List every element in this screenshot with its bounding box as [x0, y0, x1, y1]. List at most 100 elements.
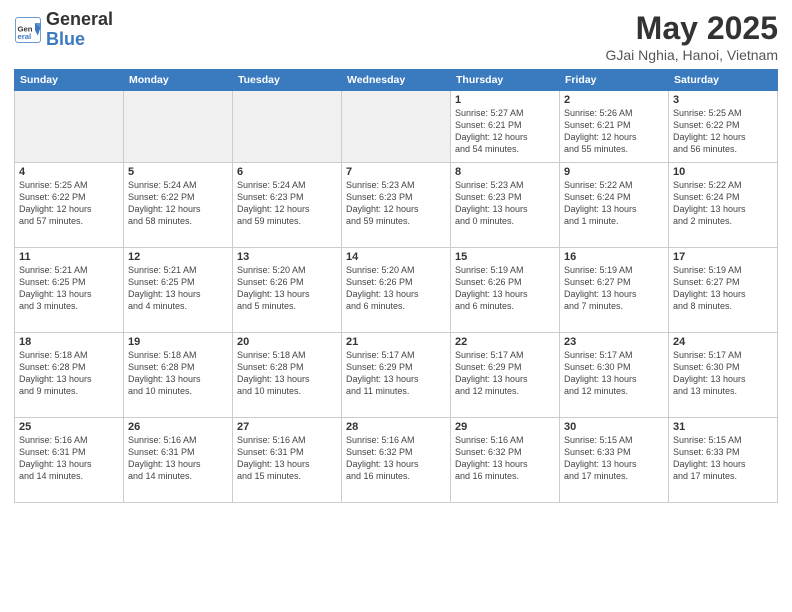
- day-info: Sunrise: 5:18 AM Sunset: 6:28 PM Dayligh…: [128, 349, 228, 398]
- weekday-header-row: SundayMondayTuesdayWednesdayThursdayFrid…: [15, 70, 778, 91]
- day-info: Sunrise: 5:24 AM Sunset: 6:22 PM Dayligh…: [128, 179, 228, 228]
- day-cell-5: 5Sunrise: 5:24 AM Sunset: 6:22 PM Daylig…: [124, 163, 233, 248]
- day-info: Sunrise: 5:27 AM Sunset: 6:21 PM Dayligh…: [455, 107, 555, 156]
- day-cell-2: 2Sunrise: 5:26 AM Sunset: 6:21 PM Daylig…: [560, 91, 669, 163]
- logo: Gen eral General Blue: [14, 10, 113, 50]
- day-number: 7: [346, 166, 446, 178]
- day-number: 12: [128, 251, 228, 263]
- day-info: Sunrise: 5:22 AM Sunset: 6:24 PM Dayligh…: [564, 179, 664, 228]
- day-info: Sunrise: 5:17 AM Sunset: 6:29 PM Dayligh…: [346, 349, 446, 398]
- day-cell-17: 17Sunrise: 5:19 AM Sunset: 6:27 PM Dayli…: [669, 248, 778, 333]
- day-number: 27: [237, 421, 337, 433]
- day-cell-27: 27Sunrise: 5:16 AM Sunset: 6:31 PM Dayli…: [233, 418, 342, 503]
- day-info: Sunrise: 5:25 AM Sunset: 6:22 PM Dayligh…: [19, 179, 119, 228]
- main-title: May 2025: [606, 10, 779, 47]
- day-cell-22: 22Sunrise: 5:17 AM Sunset: 6:29 PM Dayli…: [451, 333, 560, 418]
- day-info: Sunrise: 5:15 AM Sunset: 6:33 PM Dayligh…: [564, 434, 664, 483]
- day-info: Sunrise: 5:16 AM Sunset: 6:32 PM Dayligh…: [455, 434, 555, 483]
- day-cell-13: 13Sunrise: 5:20 AM Sunset: 6:26 PM Dayli…: [233, 248, 342, 333]
- day-info: Sunrise: 5:26 AM Sunset: 6:21 PM Dayligh…: [564, 107, 664, 156]
- day-info: Sunrise: 5:16 AM Sunset: 6:31 PM Dayligh…: [128, 434, 228, 483]
- subtitle: GJai Nghia, Hanoi, Vietnam: [606, 47, 779, 63]
- day-info: Sunrise: 5:16 AM Sunset: 6:31 PM Dayligh…: [19, 434, 119, 483]
- empty-cell: [124, 91, 233, 163]
- day-cell-1: 1Sunrise: 5:27 AM Sunset: 6:21 PM Daylig…: [451, 91, 560, 163]
- day-cell-20: 20Sunrise: 5:18 AM Sunset: 6:28 PM Dayli…: [233, 333, 342, 418]
- day-cell-14: 14Sunrise: 5:20 AM Sunset: 6:26 PM Dayli…: [342, 248, 451, 333]
- day-cell-19: 19Sunrise: 5:18 AM Sunset: 6:28 PM Dayli…: [124, 333, 233, 418]
- day-number: 25: [19, 421, 119, 433]
- day-number: 11: [19, 251, 119, 263]
- day-cell-7: 7Sunrise: 5:23 AM Sunset: 6:23 PM Daylig…: [342, 163, 451, 248]
- week-row-5: 25Sunrise: 5:16 AM Sunset: 6:31 PM Dayli…: [15, 418, 778, 503]
- day-number: 10: [673, 166, 773, 178]
- day-number: 5: [128, 166, 228, 178]
- day-cell-6: 6Sunrise: 5:24 AM Sunset: 6:23 PM Daylig…: [233, 163, 342, 248]
- day-number: 20: [237, 336, 337, 348]
- title-block: May 2025 GJai Nghia, Hanoi, Vietnam: [606, 10, 779, 63]
- day-info: Sunrise: 5:17 AM Sunset: 6:30 PM Dayligh…: [564, 349, 664, 398]
- day-cell-16: 16Sunrise: 5:19 AM Sunset: 6:27 PM Dayli…: [560, 248, 669, 333]
- day-number: 8: [455, 166, 555, 178]
- day-cell-28: 28Sunrise: 5:16 AM Sunset: 6:32 PM Dayli…: [342, 418, 451, 503]
- day-info: Sunrise: 5:23 AM Sunset: 6:23 PM Dayligh…: [346, 179, 446, 228]
- day-cell-26: 26Sunrise: 5:16 AM Sunset: 6:31 PM Dayli…: [124, 418, 233, 503]
- day-info: Sunrise: 5:20 AM Sunset: 6:26 PM Dayligh…: [346, 264, 446, 313]
- day-cell-30: 30Sunrise: 5:15 AM Sunset: 6:33 PM Dayli…: [560, 418, 669, 503]
- day-number: 24: [673, 336, 773, 348]
- weekday-header-tuesday: Tuesday: [233, 70, 342, 91]
- day-number: 17: [673, 251, 773, 263]
- day-cell-18: 18Sunrise: 5:18 AM Sunset: 6:28 PM Dayli…: [15, 333, 124, 418]
- day-number: 19: [128, 336, 228, 348]
- day-cell-24: 24Sunrise: 5:17 AM Sunset: 6:30 PM Dayli…: [669, 333, 778, 418]
- day-number: 30: [564, 421, 664, 433]
- day-number: 29: [455, 421, 555, 433]
- empty-cell: [342, 91, 451, 163]
- week-row-3: 11 Sunrise: 5:21 AM Sunset: 6:25 PM Dayli…: [15, 248, 778, 333]
- day-info: Sunrise: 5:16 AM Sunset: 6:32 PM Dayligh…: [346, 434, 446, 483]
- day-number: 4: [19, 166, 119, 178]
- day-number: 23: [564, 336, 664, 348]
- day-info: Sunrise: 5:24 AM Sunset: 6:23 PM Dayligh…: [237, 179, 337, 228]
- day-info: Sunrise: 5:22 AM Sunset: 6:24 PM Dayligh…: [673, 179, 773, 228]
- day-number: 31: [673, 421, 773, 433]
- day-number: 14: [346, 251, 446, 263]
- header: Gen eral General Blue May 2025 GJai Nghi…: [14, 10, 778, 63]
- day-info: Sunrise: 5:19 AM Sunset: 6:26 PM Dayligh…: [455, 264, 555, 313]
- day-cell-31: 31Sunrise: 5:15 AM Sunset: 6:33 PM Dayli…: [669, 418, 778, 503]
- calendar-table: SundayMondayTuesdayWednesdayThursdayFrid…: [14, 69, 778, 503]
- logo-text: General Blue: [46, 10, 113, 50]
- day-info: Sunrise: 5:17 AM Sunset: 6:30 PM Dayligh…: [673, 349, 773, 398]
- day-number: 1: [455, 94, 555, 106]
- day-cell-9: 9Sunrise: 5:22 AM Sunset: 6:24 PM Daylig…: [560, 163, 669, 248]
- day-info: Sunrise: 5:21 AM Sunset: 6:25 PM Dayligh…: [128, 264, 228, 313]
- svg-text:eral: eral: [18, 32, 32, 41]
- day-number: 15: [455, 251, 555, 263]
- day-cell-3: 3Sunrise: 5:25 AM Sunset: 6:22 PM Daylig…: [669, 91, 778, 163]
- day-info: Sunrise: 5:23 AM Sunset: 6:23 PM Dayligh…: [455, 179, 555, 228]
- day-number: 9: [564, 166, 664, 178]
- weekday-header-wednesday: Wednesday: [342, 70, 451, 91]
- day-cell-10: 10Sunrise: 5:22 AM Sunset: 6:24 PM Dayli…: [669, 163, 778, 248]
- page: Gen eral General Blue May 2025 GJai Nghi…: [0, 0, 792, 612]
- day-number: 2: [564, 94, 664, 106]
- day-number: 3: [673, 94, 773, 106]
- day-cell-29: 29Sunrise: 5:16 AM Sunset: 6:32 PM Dayli…: [451, 418, 560, 503]
- day-cell-23: 23Sunrise: 5:17 AM Sunset: 6:30 PM Dayli…: [560, 333, 669, 418]
- day-info: Sunrise: 5:19 AM Sunset: 6:27 PM Dayligh…: [673, 264, 773, 313]
- weekday-header-thursday: Thursday: [451, 70, 560, 91]
- day-info: Sunrise: 5:19 AM Sunset: 6:27 PM Dayligh…: [564, 264, 664, 313]
- day-number: 21: [346, 336, 446, 348]
- day-cell-11: 11Sunrise: 5:21 AM Sunset: 6:25 PM Dayli…: [15, 248, 124, 333]
- logo-icon: Gen eral: [14, 16, 42, 44]
- day-info: Sunrise: 5:16 AM Sunset: 6:31 PM Dayligh…: [237, 434, 337, 483]
- day-cell-8: 8Sunrise: 5:23 AM Sunset: 6:23 PM Daylig…: [451, 163, 560, 248]
- day-cell-4: 4Sunrise: 5:25 AM Sunset: 6:22 PM Daylig…: [15, 163, 124, 248]
- day-info: Sunrise: 5:18 AM Sunset: 6:28 PM Dayligh…: [19, 349, 119, 398]
- day-number: 22: [455, 336, 555, 348]
- day-number: 13: [237, 251, 337, 263]
- day-info: Sunrise: 5:20 AM Sunset: 6:26 PM Dayligh…: [237, 264, 337, 313]
- empty-cell: [15, 91, 124, 163]
- weekday-header-saturday: Saturday: [669, 70, 778, 91]
- day-number: 16: [564, 251, 664, 263]
